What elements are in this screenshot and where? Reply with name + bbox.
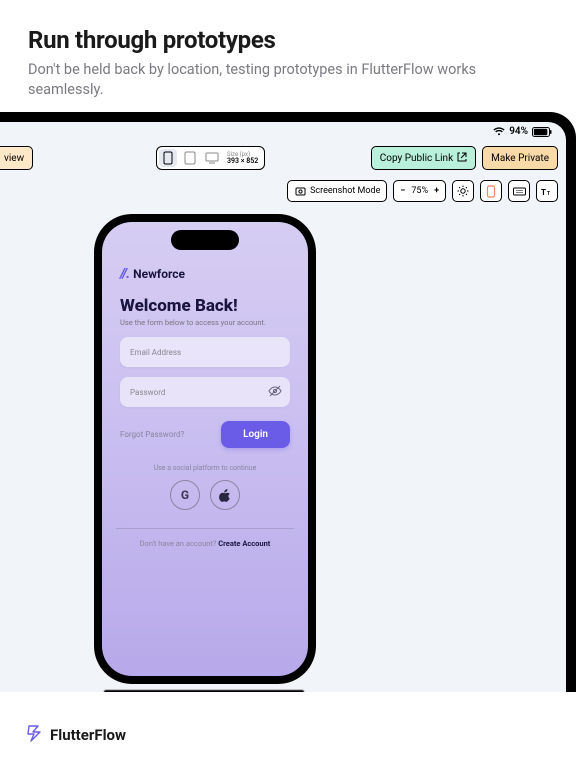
email-field[interactable]: Email Address xyxy=(120,337,290,367)
email-placeholder: Email Address xyxy=(130,348,181,357)
size-value: 393 × 852 xyxy=(227,158,258,165)
zoom-out-button[interactable]: − xyxy=(400,186,405,196)
password-field[interactable]: Password xyxy=(120,377,290,407)
no-account-text: Don't have an account? xyxy=(140,539,219,548)
footer-brand: FlutterFlow xyxy=(26,724,126,746)
tablet-screen: 94% view Size (px) 393 × 852 xyxy=(0,122,566,692)
copy-public-link-label: Copy Public Link xyxy=(380,153,453,164)
screenshot-mode-chip[interactable]: Screenshot Mode xyxy=(287,180,387,202)
brand-name: Newforce xyxy=(133,267,185,281)
battery-percent: 94% xyxy=(509,126,528,137)
wifi-icon xyxy=(493,127,505,136)
zoom-control: − 75% + xyxy=(393,180,446,202)
brightness-icon[interactable] xyxy=(452,180,474,202)
svg-text:T: T xyxy=(547,191,550,197)
social-label: Use a social platform to continue xyxy=(120,464,290,472)
svg-text:T: T xyxy=(541,188,546,197)
device-phone-icon[interactable] xyxy=(159,149,177,167)
zoom-in-button[interactable]: + xyxy=(434,186,439,196)
page-title: Run through prototypes xyxy=(28,26,548,54)
device-size-group: Size (px) 393 × 852 xyxy=(156,146,265,170)
status-bar: 94% xyxy=(493,126,552,137)
google-login-button[interactable]: G xyxy=(170,480,200,510)
phone-notch xyxy=(171,230,239,250)
app-brand: //. Newforce xyxy=(120,266,290,282)
welcome-title: Welcome Back! xyxy=(120,296,290,316)
apple-login-button[interactable] xyxy=(210,480,240,510)
copy-public-link-button[interactable]: Copy Public Link xyxy=(371,146,476,170)
screenshot-mode-label: Screenshot Mode xyxy=(310,186,380,196)
footer-brand-name: FlutterFlow xyxy=(50,726,126,744)
text-size-icon[interactable]: TT xyxy=(536,180,558,202)
phone-shadow xyxy=(104,690,304,692)
login-button[interactable]: Login xyxy=(221,421,290,448)
phone-mockup: //. Newforce Welcome Back! Use the form … xyxy=(94,214,316,684)
view-button[interactable]: view xyxy=(0,146,33,170)
make-private-button[interactable]: Make Private xyxy=(482,146,558,170)
battery-icon xyxy=(532,127,552,137)
eye-off-icon[interactable] xyxy=(268,385,282,399)
phone-screen: //. Newforce Welcome Back! Use the form … xyxy=(102,222,308,676)
keyboard-icon[interactable] xyxy=(508,180,530,202)
forgot-password-link[interactable]: Forgot Password? xyxy=(120,430,184,439)
device-desktop-icon[interactable] xyxy=(203,149,221,167)
page-subtitle: Don't be held back by location, testing … xyxy=(28,60,528,99)
flutterflow-logo-icon xyxy=(26,724,44,746)
create-account-link[interactable]: Create Account xyxy=(218,539,270,548)
screenshot-icon xyxy=(294,185,306,197)
zoom-value: 75% xyxy=(411,186,428,196)
external-link-icon xyxy=(457,152,467,165)
password-placeholder: Password xyxy=(130,388,165,397)
orientation-icon[interactable] xyxy=(480,180,502,202)
create-account-row: Don't have an account? Create Account xyxy=(120,539,290,548)
brand-logo-icon: //. xyxy=(120,266,129,282)
tablet-bezel: 94% view Size (px) 393 × 852 xyxy=(0,112,576,692)
divider xyxy=(116,528,294,529)
device-tablet-icon[interactable] xyxy=(181,149,199,167)
welcome-subtitle: Use the form below to access your accoun… xyxy=(120,318,290,327)
